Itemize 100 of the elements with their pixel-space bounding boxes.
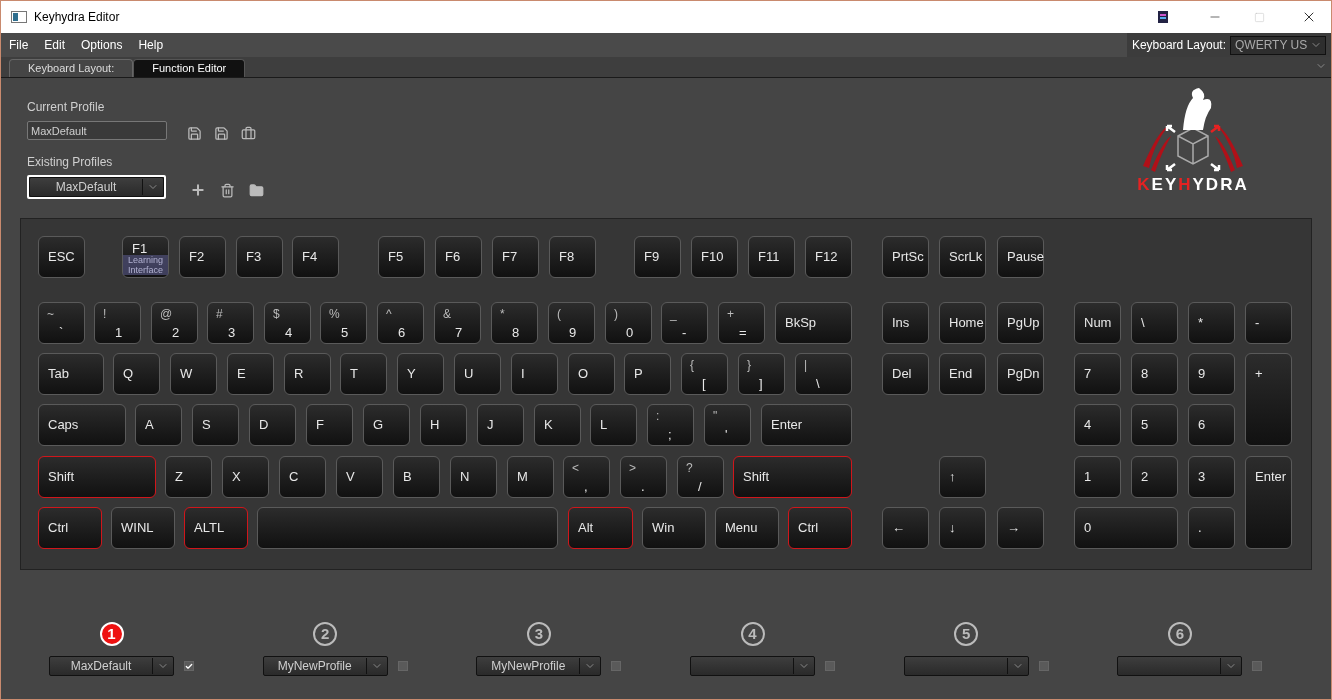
keyboard-key[interactable]: | \ xyxy=(795,353,852,395)
menu-item[interactable]: File xyxy=(1,36,37,54)
keyboard-key[interactable]: F7 xyxy=(492,236,539,278)
keyboard-key[interactable]: : ; xyxy=(647,404,694,446)
profile-dropdown[interactable]: MaxDefault xyxy=(49,656,174,676)
keyboard-key[interactable]: & 7 xyxy=(434,302,481,344)
keyboard-key[interactable]: WINL xyxy=(111,507,175,549)
keyboard-key[interactable]: ( 9 xyxy=(548,302,595,344)
keyboard-key[interactable]: L xyxy=(590,404,637,446)
keyboard-key[interactable]: Ctrl xyxy=(38,507,102,549)
keyboard-key[interactable]: 9 xyxy=(1188,353,1235,395)
slot-number[interactable]: 1 xyxy=(99,622,124,646)
keyboard-key[interactable]: O xyxy=(568,353,615,395)
maximize-icon[interactable] xyxy=(1254,11,1265,23)
keyboard-key[interactable]: F xyxy=(306,404,353,446)
keyboard-key[interactable]: Menu xyxy=(715,507,779,549)
keyboard-key[interactable]: F4 xyxy=(292,236,339,278)
keyboard-key[interactable]: N xyxy=(450,456,497,498)
keyboard-key[interactable]: PgDn xyxy=(997,353,1044,395)
color-grid-icon[interactable] xyxy=(1158,11,1168,23)
profile-dropdown[interactable] xyxy=(1117,656,1243,676)
slot-checkbox[interactable] xyxy=(1252,661,1263,671)
slot-checkbox[interactable] xyxy=(1038,661,1049,671)
keyboard-key[interactable]: J xyxy=(477,404,524,446)
slot-number[interactable]: 4 xyxy=(740,622,765,646)
keyboard-key[interactable]: T xyxy=(340,353,387,395)
tab[interactable]: Function Editor xyxy=(133,59,246,77)
keyboard-key[interactable]: $ 4 xyxy=(264,302,311,344)
keyboard-key[interactable]: X xyxy=(222,456,269,498)
save-as-icon[interactable] xyxy=(214,126,229,141)
keyboard-key[interactable]: Alt xyxy=(568,507,633,549)
keyboard-key[interactable]: M xyxy=(507,456,554,498)
keyboard-key[interactable]: . xyxy=(1188,507,1235,549)
keyboard-key[interactable]: A xyxy=(135,404,182,446)
save-icon[interactable] xyxy=(187,126,202,141)
keyboard-key[interactable]: H xyxy=(420,404,467,446)
keyboard-key[interactable]: % 5 xyxy=(320,302,367,344)
profile-dropdown[interactable]: MyNewProfile xyxy=(262,656,388,676)
keyboard-key[interactable]: Ctrl xyxy=(788,507,852,549)
keyboard-key[interactable]: P xyxy=(624,353,671,395)
keyboard-key[interactable]: ESC xyxy=(38,236,85,278)
keyboard-key[interactable]: 2 xyxy=(1131,456,1178,498)
keyboard-key[interactable]: D xyxy=(249,404,296,446)
keyboard-key[interactable]: Y xyxy=(397,353,444,395)
keyboard-key[interactable]: F3 xyxy=(236,236,283,278)
keyboard-key[interactable]: B xyxy=(393,456,440,498)
slot-number[interactable]: 2 xyxy=(313,622,338,646)
keyboard-key[interactable]: Num xyxy=(1074,302,1121,344)
slot-checkbox[interactable] xyxy=(397,661,408,671)
keyboard-key[interactable]: ← xyxy=(882,507,929,549)
keyboard-key[interactable] xyxy=(257,507,558,549)
keyboard-key[interactable]: R xyxy=(284,353,331,395)
profile-dropdown[interactable]: MyNewProfile xyxy=(476,656,602,676)
menu-item[interactable]: Options xyxy=(73,36,131,54)
keyboard-key[interactable]: ↑ xyxy=(939,456,986,498)
slot-number[interactable]: 5 xyxy=(954,622,979,646)
tab[interactable]: Keyboard Layout: xyxy=(9,59,134,77)
keyboard-key[interactable]: Win xyxy=(642,507,706,549)
keyboard-key[interactable]: 3 xyxy=(1188,456,1235,498)
keyboard-key[interactable]: F2 xyxy=(179,236,226,278)
keyboard-key[interactable]: V xyxy=(336,456,383,498)
keyboard-key[interactable]: Q xyxy=(113,353,160,395)
keyboard-key[interactable]: ↓ xyxy=(939,507,986,549)
keyboard-key[interactable]: PrtSc xyxy=(882,236,929,278)
keyboard-key[interactable]: 6 xyxy=(1188,404,1235,446)
keyboard-key[interactable]: BkSp xyxy=(775,302,852,344)
keyboard-key[interactable]: Enter xyxy=(1245,456,1292,549)
keyboard-key[interactable]: 4 xyxy=(1074,404,1121,446)
keyboard-key[interactable]: ~ ` xyxy=(38,302,85,344)
keyboard-key[interactable]: F1 Learning Interface xyxy=(122,236,169,278)
keyboard-key[interactable]: I xyxy=(511,353,558,395)
keyboard-key[interactable]: K xyxy=(534,404,581,446)
keyboard-key[interactable]: C xyxy=(279,456,326,498)
keyboard-key[interactable]: } ] xyxy=(738,353,785,395)
keyboard-key[interactable]: { [ xyxy=(681,353,728,395)
keyboard-key[interactable]: Caps xyxy=(38,404,126,446)
keyboard-key[interactable]: ^ 6 xyxy=(377,302,424,344)
keyboard-key[interactable]: Tab xyxy=(38,353,104,395)
slot-checkbox[interactable] xyxy=(825,661,835,671)
keyboard-key[interactable]: + = xyxy=(718,302,765,344)
keyboard-key[interactable]: Shift xyxy=(38,456,156,498)
keyboard-key[interactable]: F5 xyxy=(378,236,425,278)
keyboard-key[interactable]: PgUp xyxy=(997,302,1044,344)
profile-name-field[interactable]: MaxDefault xyxy=(27,121,167,140)
keyboard-key[interactable]: - xyxy=(1245,302,1292,344)
keyboard-key[interactable]: * 8 xyxy=(491,302,538,344)
keyboard-key[interactable]: 8 xyxy=(1131,353,1178,395)
keyboard-key[interactable]: 7 xyxy=(1074,353,1121,395)
keyboard-key[interactable]: ALTL xyxy=(184,507,248,549)
keyboard-key[interactable]: F6 xyxy=(435,236,482,278)
keyboard-key[interactable]: Ins xyxy=(882,302,929,344)
keyboard-key[interactable]: Pause xyxy=(997,236,1044,278)
keyboard-key[interactable]: < , xyxy=(563,456,610,498)
keyboard-key[interactable]: ? / xyxy=(677,456,724,498)
keyboard-key[interactable]: ScrLk xyxy=(939,236,986,278)
keyboard-key[interactable]: End xyxy=(939,353,986,395)
keyboard-key[interactable]: W xyxy=(170,353,217,395)
slot-number[interactable]: 6 xyxy=(1167,622,1192,646)
menu-item[interactable]: Help xyxy=(130,36,172,54)
folder-icon[interactable] xyxy=(249,182,264,198)
